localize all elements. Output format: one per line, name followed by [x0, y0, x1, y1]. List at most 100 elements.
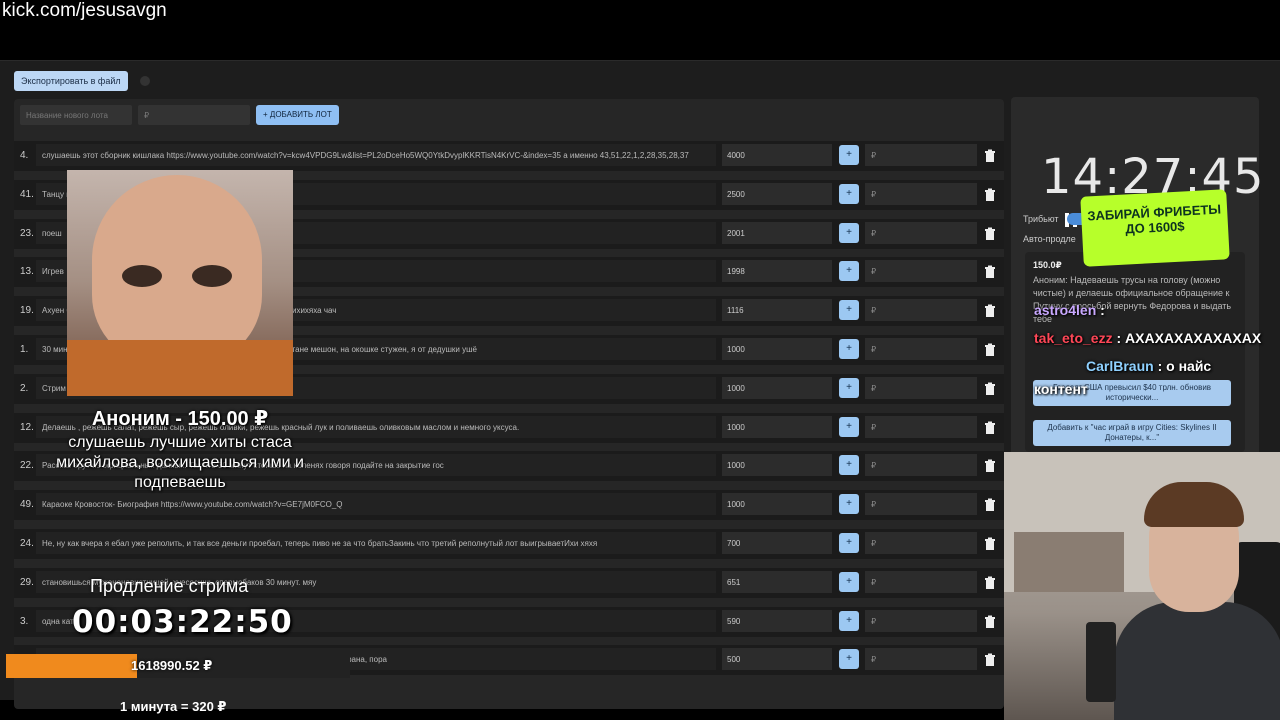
lot-amount-input[interactable]: 4000	[722, 144, 832, 166]
add-amount-button[interactable]: +	[839, 571, 859, 592]
lot-amount-input[interactable]: 1000	[722, 493, 832, 516]
chat-message: контент	[1034, 381, 1088, 397]
lot-amount-input[interactable]: 2500	[722, 182, 832, 205]
lot-number: 2.	[20, 382, 29, 394]
lot-amount-input[interactable]: 1998	[722, 260, 832, 283]
lot-amount-input[interactable]: 1000	[722, 376, 832, 399]
add-amount-input[interactable]: ₽	[865, 609, 977, 632]
add-amount-button[interactable]: +	[839, 494, 859, 515]
tribute-label: Трибьют	[1023, 214, 1059, 224]
add-amount-input[interactable]: ₽	[865, 532, 977, 554]
trash-icon[interactable]	[983, 653, 997, 667]
lot-number: 23.	[20, 227, 34, 239]
chat-text: :	[1100, 302, 1105, 318]
add-amount-button[interactable]: +	[839, 533, 859, 553]
auto-extend-label: Авто-продле	[1023, 234, 1076, 244]
donation-alert: Аноним - 150.00 ₽ слушаешь лучшие хиты с…	[40, 406, 320, 493]
donation-video	[67, 170, 293, 396]
add-amount-input[interactable]: ₽	[865, 299, 977, 322]
lot-number: 29.	[20, 576, 34, 588]
add-amount-button[interactable]: +	[839, 222, 859, 243]
add-amount-input[interactable]: ₽	[865, 648, 977, 671]
add-amount-input[interactable]: ₽	[865, 570, 977, 593]
trash-icon[interactable]	[983, 382, 997, 396]
chat-message: tak_eto_ezz : АХАХАХАХАХАХАХ	[1034, 330, 1261, 346]
trash-icon[interactable]	[983, 188, 997, 202]
add-amount-input[interactable]: ₽	[865, 221, 977, 244]
cam-person-hair	[1144, 482, 1244, 527]
trash-icon[interactable]	[983, 343, 997, 357]
video-face	[92, 175, 262, 365]
chat-text: контент	[1034, 381, 1088, 397]
lot-amount-input[interactable]: 700	[722, 532, 832, 554]
lot-row: 4. слушаешь этот сборник кишлака https://…	[14, 141, 1004, 171]
lot-amount-input[interactable]: 1000	[722, 454, 832, 477]
lot-amount-input[interactable]: 2001	[722, 221, 832, 244]
lot-title-input[interactable]: слушаешь этот сборник кишлака https://ww…	[36, 144, 716, 166]
add-amount-button[interactable]: +	[839, 455, 859, 476]
lot-amount-input[interactable]: 1116	[722, 299, 832, 322]
add-amount-button[interactable]: +	[839, 610, 859, 631]
add-amount-input[interactable]: ₽	[865, 415, 977, 438]
timer-panel: 14:27:45 Трибьют Авто-продле 150.0₽ Анон…	[1011, 97, 1264, 497]
lot-amount-input[interactable]: 1000	[722, 415, 832, 438]
lot-amount-input[interactable]: 590	[722, 609, 832, 632]
add-amount-button[interactable]: +	[839, 183, 859, 204]
lot-number: 4.	[20, 150, 29, 161]
donation-message: слушаешь лучшие хиты стаса михайлова, во…	[56, 434, 304, 491]
add-amount-input[interactable]: ₽	[865, 493, 977, 516]
extension-timer: 00:03:22:50	[72, 604, 293, 640]
trash-icon[interactable]	[983, 576, 997, 590]
lot-number: 22.	[20, 460, 34, 472]
donation-title: Аноним - 150.00 ₽	[91, 408, 269, 430]
extension-label: Продление стрима	[90, 576, 249, 596]
toolbar: Экспортировать в файл	[14, 71, 150, 93]
trash-icon[interactable]	[983, 459, 997, 473]
add-amount-button[interactable]: +	[839, 145, 859, 165]
add-amount-input[interactable]: ₽	[865, 376, 977, 399]
trash-icon[interactable]	[983, 149, 997, 163]
cam-person-body	[1114, 602, 1280, 720]
lot-number: 13.	[20, 266, 34, 278]
add-amount-input[interactable]: ₽	[865, 260, 977, 283]
lot-amount-input[interactable]: 1000	[722, 338, 832, 360]
card-link-button-2[interactable]: Добавить к "час играй в игру Cities: Sky…	[1033, 420, 1231, 446]
card-amount: 150.0₽	[1033, 260, 1062, 270]
new-lot-amount-input[interactable]: ₽	[138, 105, 250, 125]
lot-title-input[interactable]: Караоке Кровосток- Биография https://www…	[36, 493, 716, 516]
add-amount-button[interactable]: +	[839, 649, 859, 670]
add-amount-button[interactable]: +	[839, 300, 859, 321]
trash-icon[interactable]	[983, 421, 997, 435]
lot-amount-input[interactable]: 500	[722, 648, 832, 671]
chat-message: CarlBraun : о найс	[1034, 358, 1211, 374]
progress-fill	[6, 654, 137, 678]
add-amount-button[interactable]: +	[839, 339, 859, 359]
new-lot-name-input[interactable]: Название нового лота	[20, 105, 132, 125]
add-amount-button[interactable]: +	[839, 416, 859, 437]
lot-number: 1.	[20, 344, 29, 355]
add-amount-button[interactable]: +	[839, 261, 859, 282]
video-shirt	[67, 340, 293, 396]
trash-icon[interactable]	[983, 615, 997, 629]
promo-banner: ЗАБИРАЙ ФРИБЕТЫ ДО 1600$	[1080, 189, 1230, 267]
export-button[interactable]: Экспортировать в файл	[14, 71, 128, 91]
trash-icon[interactable]	[983, 227, 997, 241]
cam-shelf	[1014, 532, 1124, 592]
lot-title-input[interactable]: Не, ну как вчера я ебал уже реполить, и …	[36, 532, 716, 554]
add-amount-input[interactable]: ₽	[865, 454, 977, 477]
trash-icon[interactable]	[983, 304, 997, 318]
add-amount-button[interactable]: +	[839, 377, 859, 398]
add-amount-input[interactable]: ₽	[865, 182, 977, 205]
chat-username: astro4len	[1034, 302, 1097, 318]
microphone	[1086, 622, 1116, 702]
lot-number: 49.	[20, 499, 34, 511]
lot-amount-input[interactable]: 651	[722, 570, 832, 593]
lot-row: 24. Не, ну как вчера я ебал уже реполить,…	[14, 529, 1004, 559]
status-dot	[140, 76, 150, 86]
add-amount-input[interactable]: ₽	[865, 338, 977, 360]
trash-icon[interactable]	[983, 498, 997, 512]
trash-icon[interactable]	[983, 265, 997, 279]
trash-icon[interactable]	[983, 537, 997, 551]
add-lot-button[interactable]: + ДОБАВИТЬ ЛОТ	[256, 105, 339, 125]
add-amount-input[interactable]: ₽	[865, 144, 977, 166]
